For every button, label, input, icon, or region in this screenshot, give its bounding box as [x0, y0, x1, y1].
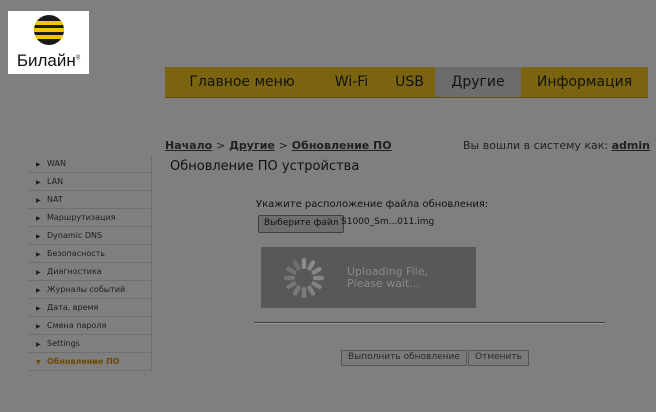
sidebar-item-settings[interactable]: ▶ Settings	[28, 335, 152, 353]
loading-spinner-icon	[284, 258, 324, 298]
breadcrumb-sep: >	[216, 139, 226, 152]
brand-name: Билайн®	[16, 51, 81, 70]
upload-status-line: Please wait...	[347, 277, 420, 290]
divider	[254, 322, 605, 324]
tab-wifi[interactable]: Wi-Fi	[319, 67, 384, 97]
choose-file-button[interactable]: Выберите файл	[258, 215, 345, 233]
apply-update-button[interactable]: Выполнить обновление	[341, 350, 467, 366]
arrow-right-icon: ▶	[36, 215, 41, 222]
sidebar-item-firmware[interactable]: ▼ Обновление ПО	[28, 353, 152, 371]
tab-main-menu[interactable]: Главное меню	[165, 67, 319, 97]
sidebar-item-nat[interactable]: ▶ NAT	[28, 191, 152, 209]
sidebar-item-datetime[interactable]: ▶ Дата, время	[28, 299, 152, 317]
login-status: Вы вошли в систему как: admin	[463, 139, 650, 152]
sidebar-item-lan[interactable]: ▶ LAN	[28, 173, 152, 191]
breadcrumb-other[interactable]: Другие	[229, 139, 275, 152]
upload-prompt: Укажите расположение файла обновления:	[256, 199, 489, 210]
sidebar-item-wan[interactable]: ▶ WAN	[28, 155, 152, 173]
tab-usb[interactable]: USB	[384, 67, 435, 97]
sidebar-item-ddns[interactable]: ▶ Dynamic DNS	[28, 227, 152, 245]
arrow-right-icon: ▶	[36, 251, 41, 258]
tab-info[interactable]: Информация	[521, 67, 648, 97]
sidebar-item-security[interactable]: ▶ Безопасность	[28, 245, 152, 263]
sidebar-item-password[interactable]: ▶ Смена пароля	[28, 317, 152, 335]
sidebar: ▶ WAN ▶ LAN ▶ NAT ▶ Маршрутизация ▶ Dynamic D…	[28, 155, 152, 371]
upload-status-text: Uploading File, Please wait...	[347, 266, 428, 290]
arrow-right-icon: ▶	[36, 287, 41, 294]
breadcrumb-current[interactable]: Обновление ПО	[292, 139, 392, 152]
arrow-right-icon: ▶	[36, 269, 41, 276]
breadcrumb-sep: >	[278, 139, 288, 152]
arrow-right-icon: ▶	[36, 323, 41, 330]
arrow-down-icon: ▼	[36, 359, 41, 366]
cancel-button[interactable]: Отменить	[468, 350, 529, 366]
login-user-link[interactable]: admin	[612, 139, 650, 152]
login-label: Вы вошли в систему как:	[463, 139, 609, 152]
upload-progress-box: Uploading File, Please wait...	[261, 247, 476, 308]
page-title: Обновление ПО устройства	[170, 159, 360, 174]
arrow-right-icon: ▶	[36, 341, 41, 348]
arrow-right-icon: ▶	[36, 233, 41, 240]
breadcrumb-home[interactable]: Начало	[165, 139, 212, 152]
sidebar-item-routing[interactable]: ▶ Маршрутизация	[28, 209, 152, 227]
arrow-right-icon: ▶	[36, 197, 41, 204]
arrow-right-icon: ▶	[36, 179, 41, 186]
arrow-right-icon: ▶	[36, 161, 41, 168]
sidebar-item-diagnostics[interactable]: ▶ Диагностика	[28, 263, 152, 281]
tab-other[interactable]: Другие	[435, 67, 521, 97]
breadcrumb: Начало > Другие > Обновление ПО	[165, 139, 392, 152]
main-nav: Главное меню Wi-Fi USB Другие Информация	[165, 67, 648, 98]
beeline-logo: Билайн®	[8, 11, 89, 74]
sidebar-item-logs[interactable]: ▶ Журналы событий	[28, 281, 152, 299]
beeline-logo-icon	[34, 15, 64, 45]
selected-file-name: S1000_Sm...011.img	[341, 217, 435, 227]
arrow-right-icon: ▶	[36, 305, 41, 312]
